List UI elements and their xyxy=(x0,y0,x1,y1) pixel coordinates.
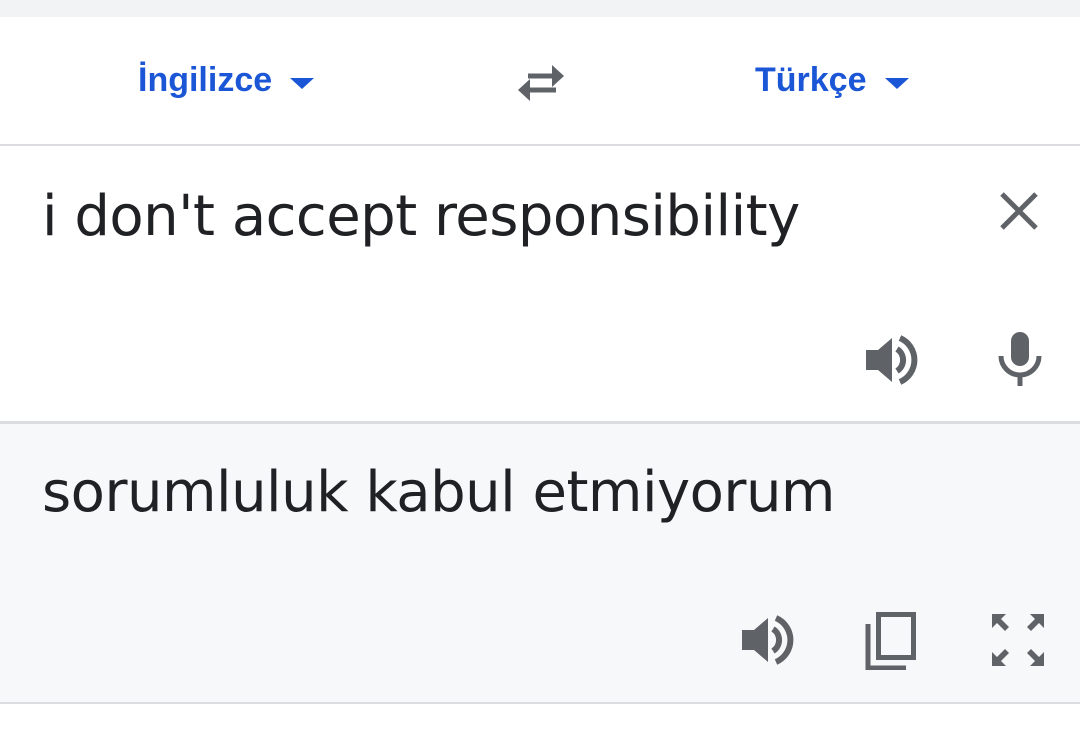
speaker-icon xyxy=(742,615,794,665)
swap-languages-button[interactable] xyxy=(510,57,572,109)
source-listen-button[interactable] xyxy=(862,330,922,390)
language-bar: İngilizce Türkçe xyxy=(0,17,1080,144)
source-text[interactable]: i don't accept responsibility xyxy=(42,184,800,249)
top-strip xyxy=(0,0,1080,17)
speaker-icon xyxy=(866,335,918,385)
copy-button[interactable] xyxy=(862,610,922,671)
clear-button[interactable] xyxy=(994,186,1044,236)
source-language-selector[interactable]: İngilizce xyxy=(138,57,315,103)
microphone-icon xyxy=(998,332,1042,386)
swap-arrows-icon xyxy=(518,65,564,101)
translation-listen-button[interactable] xyxy=(738,610,798,670)
bottom-area xyxy=(0,704,1080,730)
fullscreen-icon xyxy=(992,614,1044,666)
source-input-panel[interactable]: i don't accept responsibility xyxy=(0,146,1080,422)
target-language-label: Türkçe xyxy=(755,60,867,99)
translation-text[interactable]: sorumluluk kabul etmiyorum xyxy=(42,460,835,525)
close-icon xyxy=(1000,192,1038,230)
translation-result-panel: sorumluluk kabul etmiyorum xyxy=(0,424,1080,702)
chevron-down-icon xyxy=(290,77,315,89)
copy-icon xyxy=(865,612,916,671)
chevron-down-icon xyxy=(884,77,909,89)
voice-input-button[interactable] xyxy=(990,330,1050,390)
fullscreen-button[interactable] xyxy=(988,610,1048,670)
target-language-selector[interactable]: Türkçe xyxy=(755,57,909,103)
source-language-label: İngilizce xyxy=(138,60,273,99)
